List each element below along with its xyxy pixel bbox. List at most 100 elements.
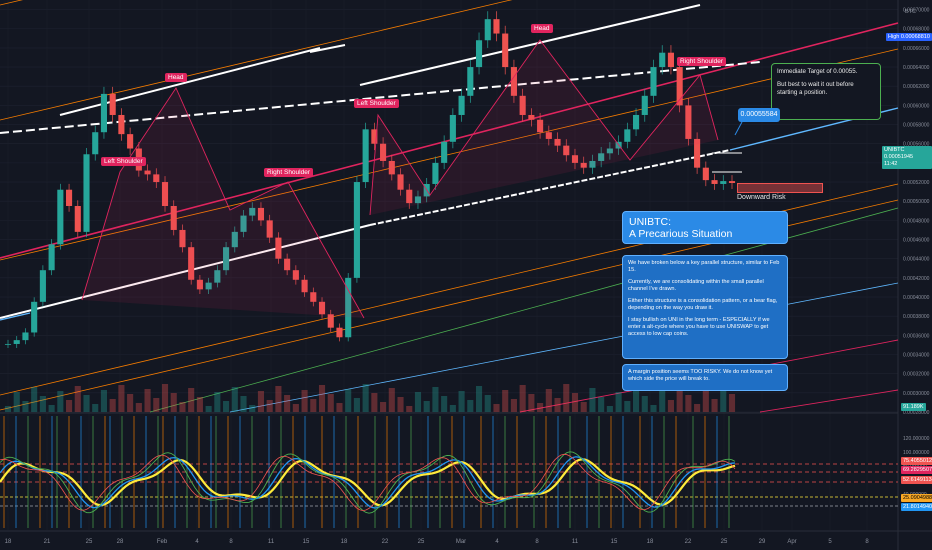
candle-body	[48, 244, 55, 271]
price-axis-label: 0.00052000	[903, 180, 930, 186]
date-axis-label: 8	[229, 539, 233, 545]
price-axis-label: 0.00032000	[903, 372, 930, 378]
price-axis-label: 0.00058000	[903, 123, 930, 129]
volume-bar	[13, 392, 20, 412]
date-axis-label: 4	[495, 539, 499, 545]
volume-bar	[100, 390, 108, 412]
volume-bar	[48, 405, 55, 412]
volume-bar	[249, 405, 256, 412]
volume-bar	[127, 394, 134, 412]
margin-note[interactable]: A margin position seems TOO RISKY. We do…	[622, 364, 788, 391]
candle-body	[484, 19, 491, 41]
candle-body	[22, 332, 29, 341]
candle-body	[475, 40, 483, 68]
price-callout[interactable]: 0.00055584	[738, 108, 780, 122]
osc-red-tag: 75.40550120	[901, 457, 932, 465]
candle-body	[667, 52, 674, 68]
volume-bar	[615, 392, 622, 412]
volume-tag: 91.189K	[901, 403, 926, 411]
price-axis-label: 0.00030000	[903, 391, 930, 397]
candle-body	[449, 114, 456, 142]
volume-bar	[292, 404, 299, 412]
candle-body	[92, 132, 99, 155]
idea-title[interactable]: UNIBTC: A Precarious Situation	[622, 211, 788, 244]
volume-bar	[702, 390, 709, 412]
candle-body	[720, 181, 727, 184]
high-tag: High 0.00068810	[886, 33, 932, 41]
volume-bar	[554, 398, 561, 412]
volume-bar	[371, 393, 378, 412]
price-axis-label: 0.00060000	[903, 103, 930, 109]
candle-body	[502, 33, 509, 68]
volume-bar	[161, 384, 169, 412]
volume-bar	[83, 395, 90, 412]
candle-body	[13, 340, 20, 344]
idea-title-line-1: UNIBTC:	[629, 216, 671, 228]
candle-body	[118, 114, 125, 135]
date-axis-label: 29	[759, 539, 766, 545]
volume-bar	[231, 387, 238, 412]
volume-bar	[301, 390, 308, 412]
candle-body	[432, 162, 439, 184]
price-axis-label: 0.00038000	[903, 314, 930, 320]
volume-bar	[493, 404, 500, 412]
volume-bar	[284, 395, 291, 412]
date-axis-label: 25	[418, 539, 425, 545]
candle-body	[467, 67, 474, 96]
white-upper-channel	[59, 47, 321, 116]
candle-body	[728, 181, 736, 184]
pattern-label-head-2: Head	[531, 24, 553, 33]
date-axis-label: 21	[44, 539, 51, 545]
chart-stage: 0.00070000 0.00068000 0.00066000 0.00064000…	[0, 0, 932, 550]
candle-body	[711, 180, 718, 184]
pattern-label-head-1: Head	[165, 73, 187, 82]
price-axis-label: 0.00048000	[903, 218, 930, 224]
idea-title-line-2: A Precarious Situation	[629, 228, 733, 240]
volume-bar	[441, 396, 448, 412]
target-note-line-2: But best to wait it out before starting …	[777, 81, 854, 96]
volume-bar	[388, 388, 395, 412]
volume-bar	[214, 392, 221, 412]
volume-bar	[4, 406, 12, 412]
date-axis-label: 25	[721, 539, 728, 545]
idea-body-p1: We have broken below a key parallel stru…	[628, 260, 780, 273]
orange-channel-line	[0, 0, 513, 121]
downward-risk-zone[interactable]	[737, 183, 823, 193]
volume-bar	[196, 397, 203, 412]
candle-body	[441, 141, 448, 163]
volume-bar	[694, 404, 701, 412]
idea-body-note[interactable]: We have broken below a key parallel stru…	[622, 255, 788, 359]
last-price-countdown: 11:42	[884, 161, 898, 167]
candle-body	[650, 67, 657, 96]
volume-bar	[205, 406, 212, 412]
candle-body	[327, 314, 334, 328]
price-axis-label: 0.00034000	[903, 353, 930, 359]
idea-body-p3: Either this structure is a consolidation…	[628, 298, 778, 311]
candle-body	[100, 93, 108, 133]
volume-bar	[66, 400, 73, 412]
volume-bar	[57, 391, 64, 412]
volume-bar	[598, 397, 605, 412]
date-axis-label: 22	[382, 539, 389, 545]
volume-bar	[650, 405, 657, 412]
volume-bar	[467, 400, 474, 412]
date-axis-label: Feb	[157, 539, 168, 545]
target-note[interactable]: Immediate Target of 0.00055. But best to…	[771, 63, 881, 120]
price-axis-label: 0.00050000	[903, 199, 930, 205]
volume-bar	[380, 402, 387, 412]
volume-bar	[345, 389, 352, 412]
volume-bar	[406, 406, 413, 412]
candle-body	[83, 154, 90, 232]
pattern-label-left-shoulder-1: Left Shoulder	[101, 157, 146, 166]
volume-bar	[728, 394, 736, 412]
date-axis-label: 15	[611, 539, 618, 545]
volume-bar	[528, 394, 535, 412]
volume-bar	[641, 396, 648, 412]
volume-bar	[275, 386, 282, 412]
volume-bar	[179, 402, 186, 412]
date-axis-label: 11	[572, 539, 579, 545]
volume-bar	[240, 396, 247, 412]
volume-bar	[74, 386, 81, 412]
volume-bar	[257, 391, 265, 412]
volume-bar	[353, 398, 360, 412]
